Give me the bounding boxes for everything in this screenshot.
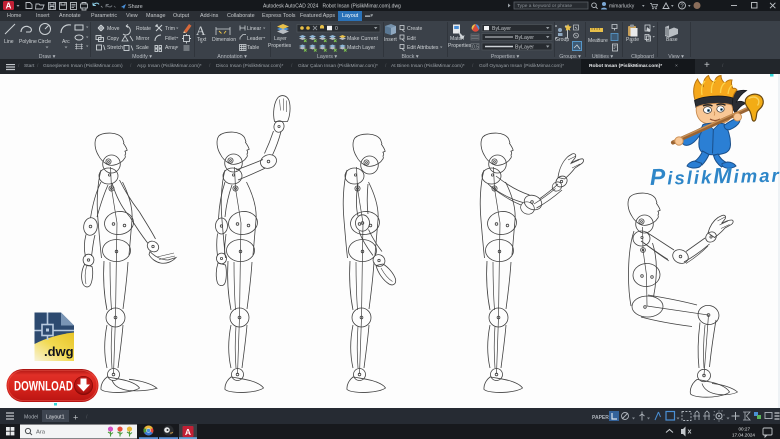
svg-text:Share: Share [128,4,143,10]
svg-text:PislikMimar: PislikMimar [650,161,780,190]
svg-text:ByLayer: ByLayer [515,35,534,41]
svg-text:ByLayer: ByLayer [515,45,534,51]
svg-text:Layout1: Layout1 [46,415,65,421]
svg-text:Model: Model [24,415,38,421]
svg-text:00:27: 00:27 [739,426,751,431]
svg-text:Autodesk AutoCAD 2024 Robot: Autodesk AutoCAD 2024 Robot Insan (Pisli… [263,4,401,10]
svg-text:mimarlucky: mimarlucky [609,4,635,10]
svg-text:17.04.2024: 17.04.2024 [732,432,755,437]
svg-text:PAPER: PAPER [592,415,609,421]
svg-text:/: / [86,415,88,421]
svg-text:DOWNLOAD: DOWNLOAD [14,378,73,394]
svg-text:Type a keyword or phrase: Type a keyword or phrase [517,3,573,9]
svg-text:0.5: 0.5 [472,45,479,51]
svg-text:ByLayer: ByLayer [492,26,511,32]
svg-text:Ara: Ara [36,430,46,436]
svg-text:+: + [73,413,78,423]
svg-text:?: ? [680,4,684,10]
svg-text:A: A [196,23,206,38]
svg-text:A: A [185,427,191,437]
svg-text:.dwg: .dwg [44,344,74,359]
svg-text:A: A [6,1,12,10]
svg-text:0: 0 [335,26,338,32]
